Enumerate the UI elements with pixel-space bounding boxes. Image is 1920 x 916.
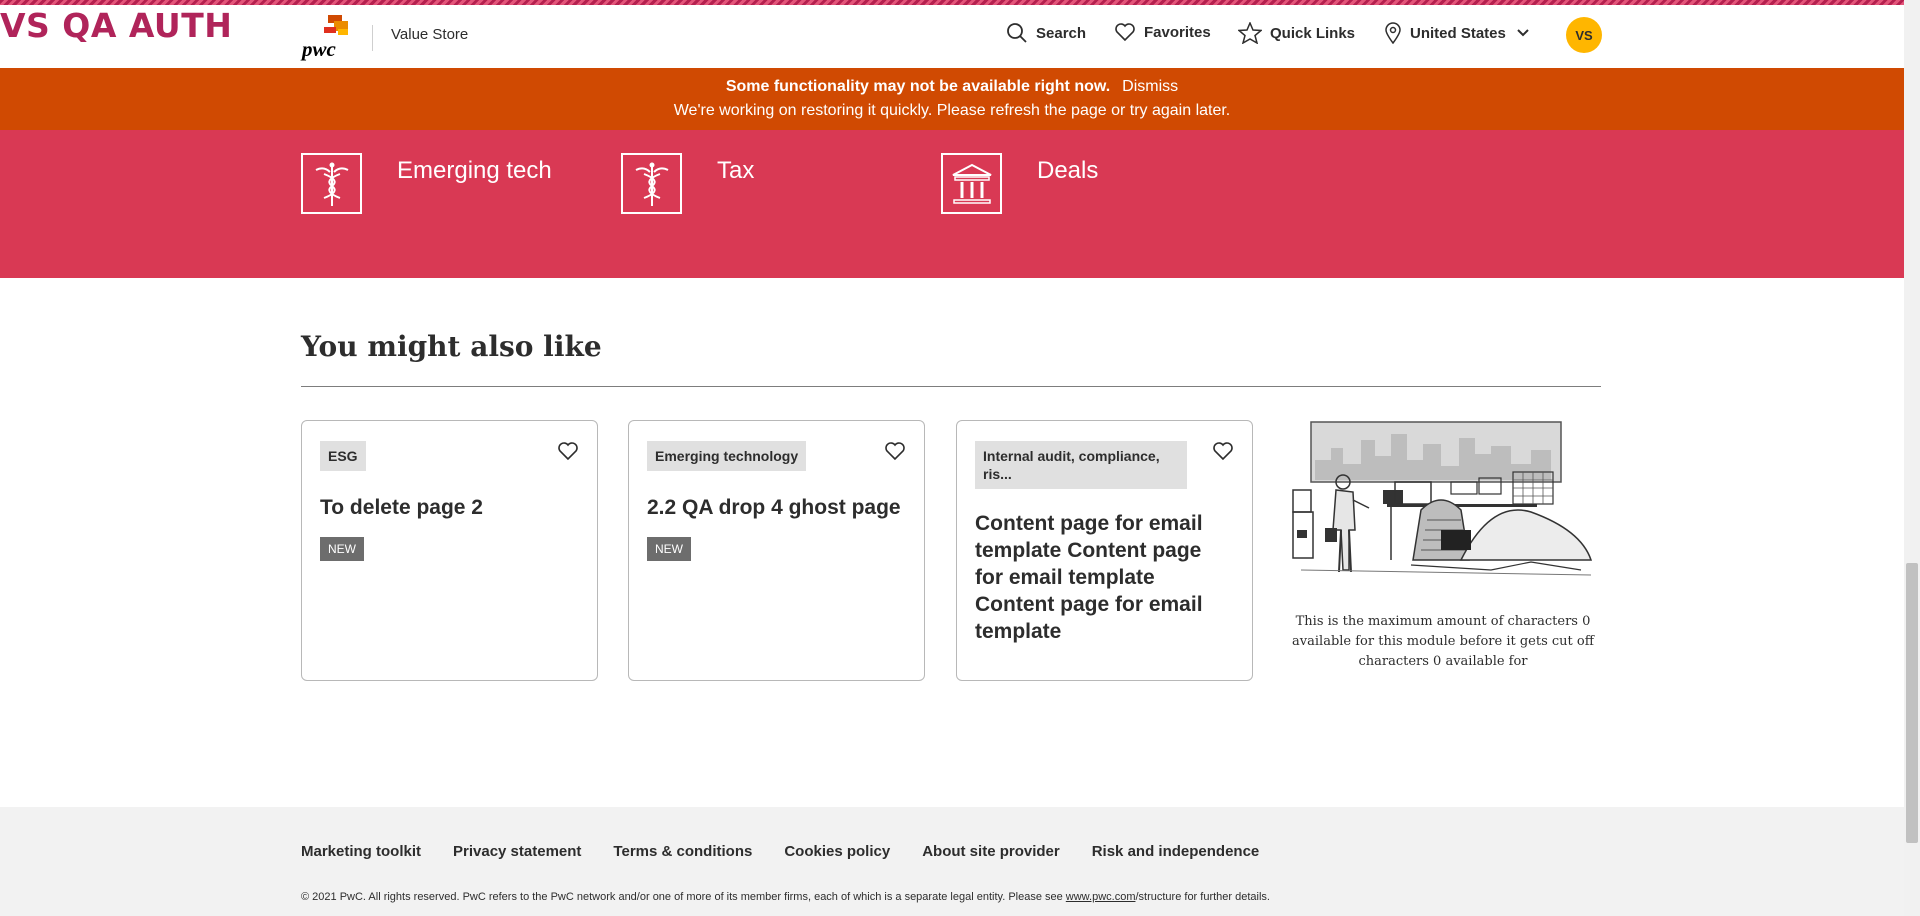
user-avatar[interactable]: VS xyxy=(1566,17,1602,53)
topic-label: Deals xyxy=(1037,157,1099,184)
favorites-label: Favorites xyxy=(1144,23,1211,41)
category-tag: Emerging technology xyxy=(647,441,807,471)
region-label: United States xyxy=(1410,24,1506,42)
footer-link-about-site-provider[interactable]: About site provider xyxy=(922,843,1060,860)
footer-link-risk-independence[interactable]: Risk and independence xyxy=(1092,843,1260,860)
office-cartoon-illustration xyxy=(1292,421,1593,576)
pwc-logo[interactable]: pwc xyxy=(302,15,354,61)
location-pin-icon xyxy=(1385,22,1401,44)
section-title: You might also like xyxy=(301,330,602,363)
footer-links: Marketing toolkit Privacy statement Term… xyxy=(301,843,1291,860)
search-label: Search xyxy=(1036,24,1087,42)
copyright-prefix: © 2021 PwC. All rights reserved. PwC ref… xyxy=(301,891,1066,903)
copyright-text: © 2021 PwC. All rights reserved. PwC ref… xyxy=(301,891,1270,903)
card-title: To delete page 2 xyxy=(320,496,483,519)
footer-link-terms[interactable]: Terms & conditions xyxy=(613,843,752,860)
search-icon xyxy=(1007,23,1027,43)
favorites-nav[interactable]: Favorites xyxy=(1114,22,1211,42)
footer-link-marketing-toolkit[interactable]: Marketing toolkit xyxy=(301,843,421,860)
region-selector[interactable]: United States xyxy=(1384,22,1530,44)
related-card[interactable]: Internal audit, compliance, ris... Conte… xyxy=(956,420,1253,681)
copyright-suffix: /structure for further details. xyxy=(1135,891,1270,903)
related-card[interactable]: ESG To delete page 2 NEW xyxy=(301,420,598,681)
scrollbar-thumb[interactable] xyxy=(1906,563,1918,843)
card-title: 2.2 QA drop 4 ghost page xyxy=(647,496,901,519)
favorite-heart-icon[interactable] xyxy=(884,441,906,461)
logo-divider xyxy=(372,25,373,51)
search-nav[interactable]: Search xyxy=(1006,22,1086,44)
new-badge: NEW xyxy=(647,537,691,561)
related-card[interactable]: Emerging technology 2.2 QA drop 4 ghost … xyxy=(628,420,925,681)
card-title: Content page for email template Content … xyxy=(975,512,1203,643)
site-name[interactable]: Value Store xyxy=(391,26,468,43)
new-badge: NEW xyxy=(320,537,364,561)
environment-label: VS QA AUTH xyxy=(0,6,233,45)
topic-tax[interactable]: Tax xyxy=(621,153,754,214)
caduceus-icon xyxy=(301,153,362,214)
site-header: pwc Value Store Search Favorites Quick L… xyxy=(0,5,1904,68)
section-divider xyxy=(301,386,1601,387)
quick-links-label: Quick Links xyxy=(1270,24,1356,42)
alert-headline: Some functionality may not be available … xyxy=(725,78,1111,95)
topic-label: Tax xyxy=(717,157,755,184)
topic-label: Emerging tech xyxy=(397,157,552,184)
bank-icon xyxy=(941,153,1002,214)
favorite-heart-icon[interactable] xyxy=(557,441,579,461)
site-footer: Marketing toolkit Privacy statement Term… xyxy=(0,807,1904,916)
page-scrollbar[interactable] xyxy=(1904,0,1920,916)
dismiss-link[interactable]: Dismiss xyxy=(1122,78,1178,95)
caduceus-icon xyxy=(621,153,682,214)
quick-links-nav[interactable]: Quick Links xyxy=(1238,22,1355,44)
brand-wordmark: pwc xyxy=(302,37,336,61)
footer-link-cookies-policy[interactable]: Cookies policy xyxy=(784,843,890,860)
category-tag: Internal audit, compliance, ris... xyxy=(975,441,1187,489)
favorite-heart-icon[interactable] xyxy=(1212,441,1234,461)
service-alert-banner: Some functionality may not be available … xyxy=(0,68,1904,130)
alert-message: We're working on restoring it quickly. P… xyxy=(673,102,1231,119)
footer-link-privacy-statement[interactable]: Privacy statement xyxy=(453,843,581,860)
topics-band: Emerging tech Tax Deals xyxy=(0,130,1904,278)
cartoon-caption: This is the maximum amount of characters… xyxy=(1292,614,1594,669)
topic-emerging-tech[interactable]: Emerging tech xyxy=(301,153,552,214)
star-icon xyxy=(1238,22,1262,44)
topic-deals[interactable]: Deals xyxy=(941,153,1098,214)
heart-icon xyxy=(1115,23,1135,42)
pwc-site-link[interactable]: www.pwc.com xyxy=(1066,891,1136,903)
category-tag: ESG xyxy=(320,441,366,471)
chevron-down-icon xyxy=(1517,29,1529,37)
